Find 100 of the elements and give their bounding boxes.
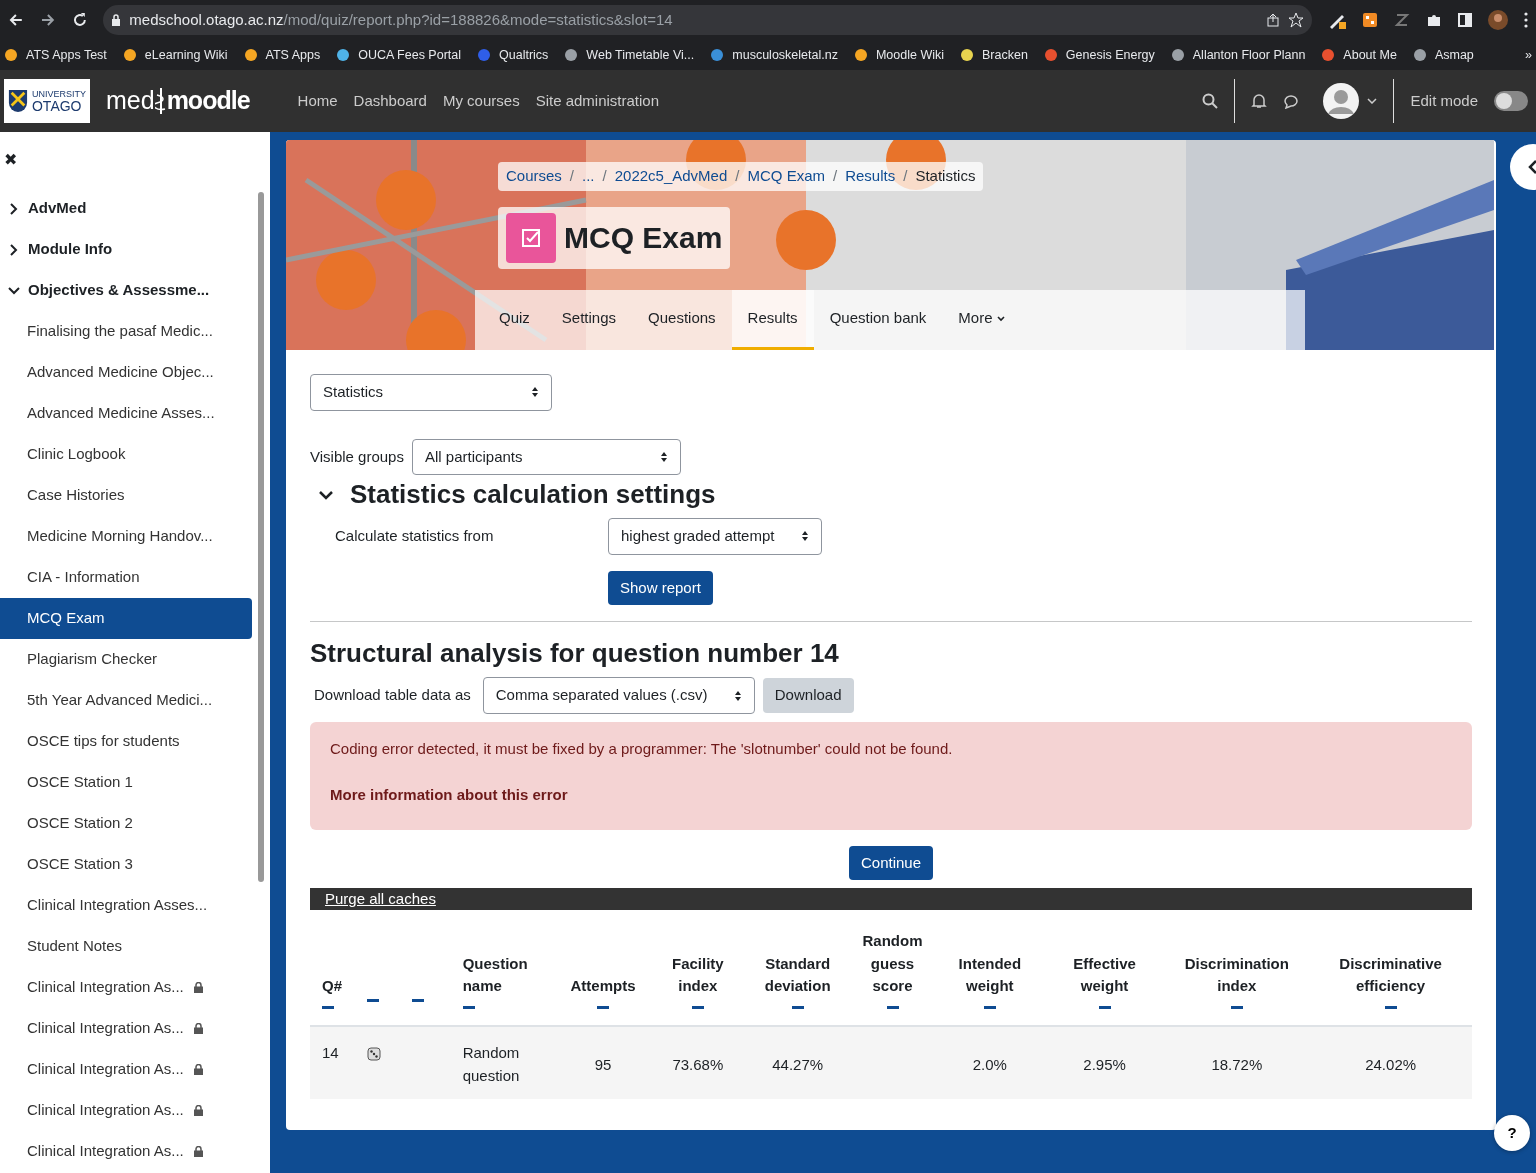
breadcrumb-link[interactable]: Courses: [506, 165, 562, 188]
sidebar-item[interactable]: Case Histories: [0, 475, 252, 516]
bookmark-link[interactable]: Genesis Energy: [1065, 45, 1155, 65]
collapse-column-icon[interactable]: [411, 999, 424, 1003]
sidebar-item[interactable]: OSCE Station 1: [0, 762, 252, 803]
forward-icon[interactable]: [39, 12, 56, 28]
collapse-column-icon[interactable]: [1098, 1005, 1111, 1009]
nav-link[interactable]: Dashboard: [353, 89, 427, 113]
download-button[interactable]: Download: [762, 678, 854, 713]
breadcrumb-link[interactable]: MCQ Exam: [747, 165, 825, 188]
error-details-link[interactable]: More information about this error: [330, 784, 1452, 807]
tab[interactable]: Results: [731, 290, 814, 350]
scrollbar[interactable]: [258, 192, 264, 882]
attempt-select[interactable]: highest graded attempt: [608, 518, 822, 555]
bookmark-link[interactable]: eLearning Wiki: [144, 45, 228, 65]
bookmark-link[interactable]: ATS Apps: [265, 45, 321, 65]
groups-select[interactable]: All participants: [411, 438, 681, 475]
extension-icon[interactable]: [1362, 12, 1378, 28]
avatar-icon[interactable]: [1323, 83, 1360, 119]
sidebar-item[interactable]: MCQ Exam: [0, 598, 252, 639]
column-header: Q#: [322, 976, 342, 997]
report-select[interactable]: Statistics: [310, 374, 552, 411]
bookmark-link[interactable]: About Me: [1343, 45, 1397, 65]
bookmark-link[interactable]: Moodle Wiki: [875, 45, 944, 65]
purge-caches-link[interactable]: Purge all caches: [325, 890, 436, 908]
tab[interactable]: Questions: [632, 290, 732, 350]
sidebar-item[interactable]: CIA - Information: [0, 557, 252, 598]
breadcrumb-link[interactable]: 2022c5_AdvMed: [614, 165, 728, 188]
collapse-column-icon[interactable]: [791, 1005, 804, 1009]
sidebar-item[interactable]: 5th Year Advanced Medici...: [0, 680, 252, 721]
tab[interactable]: Quiz: [483, 290, 546, 350]
caret-icon[interactable]: [1367, 98, 1378, 104]
sidebar-item[interactable]: Clinical Integration As...: [0, 1131, 252, 1172]
back-icon[interactable]: [8, 12, 24, 28]
sidebar-item[interactable]: Student Notes: [0, 926, 252, 967]
nav-link[interactable]: My courses: [442, 89, 520, 113]
continue-button[interactable]: Continue: [848, 845, 933, 881]
sidebar-item[interactable]: Advanced Medicine Asses...: [0, 393, 252, 434]
bookmark-link[interactable]: OUCA Fees Portal: [358, 45, 462, 65]
sidebar-item[interactable]: Finalising the pasaf Medic...: [0, 311, 252, 352]
sidebar-item[interactable]: Clinical Integration Asses...: [0, 885, 252, 926]
search-icon[interactable]: [1202, 93, 1219, 109]
sidebar-item[interactable]: OSCE tips for students: [0, 721, 252, 762]
sidebar-item[interactable]: Clinical Integration As...: [0, 1049, 252, 1090]
tab[interactable]: More: [942, 290, 1021, 350]
sidebar-item[interactable]: Clinical Integration As...: [0, 967, 252, 1008]
sidebar-item[interactable]: Clinic Logbook: [0, 434, 252, 475]
breadcrumb-link[interactable]: Results: [845, 165, 896, 188]
puzzle-icon[interactable]: [1426, 12, 1442, 28]
edit-mode-toggle[interactable]: [1494, 91, 1528, 111]
bookmark-link[interactable]: Web Timetable Vi...: [586, 45, 695, 65]
sidebar-section[interactable]: Module Info: [0, 229, 252, 270]
sidebar-item[interactable]: OSCE Station 2: [0, 803, 252, 844]
sidebar-icon[interactable]: [1458, 13, 1472, 27]
bell-icon[interactable]: [1251, 93, 1268, 109]
help-button[interactable]: ?: [1494, 1115, 1530, 1151]
bookmark-link[interactable]: Bracken: [982, 45, 1028, 65]
collapse-column-icon[interactable]: [1384, 1005, 1397, 1009]
chat-icon[interactable]: [1283, 93, 1300, 109]
university-logo[interactable]: UNIVERSITY OTAGO: [4, 79, 90, 123]
collapse-column-icon[interactable]: [322, 1005, 334, 1009]
collapse-column-icon[interactable]: [1230, 1005, 1243, 1009]
collapse-column-icon[interactable]: [462, 1005, 475, 1009]
address-bar[interactable]: medschool.otago.ac.nz/mod/quiz/report.php?id=188826&mode=statistics&slot=14: [103, 5, 1312, 35]
star-icon[interactable]: [1288, 12, 1304, 28]
menu-icon[interactable]: [1524, 12, 1528, 28]
sidebar-item[interactable]: Advanced Medicine Objec...: [0, 352, 252, 393]
show-report-button[interactable]: Show report: [608, 570, 713, 606]
bookmark-link[interactable]: musculoskeletal.nz: [732, 45, 838, 65]
collapse-column-icon[interactable]: [886, 1005, 899, 1009]
nav-link[interactable]: Home: [297, 89, 338, 113]
nav-link[interactable]: Site administration: [535, 89, 660, 113]
collapse-column-icon[interactable]: [366, 999, 379, 1003]
share-icon[interactable]: [1266, 13, 1280, 27]
sidebar-section[interactable]: AdvMed: [0, 188, 252, 229]
sidebar-item[interactable]: Medicine Morning Handov...: [0, 516, 252, 557]
format-select[interactable]: Comma separated values (.csv): [482, 677, 755, 714]
close-drawer-button[interactable]: ✖: [4, 148, 17, 172]
breadcrumb-link[interactable]: ...: [582, 165, 595, 188]
reload-icon[interactable]: [71, 12, 88, 28]
profile-icon[interactable]: [1488, 10, 1508, 30]
bookmark-link[interactable]: Qualtrics: [499, 45, 549, 65]
tab[interactable]: Question bank: [813, 290, 943, 350]
sidebar-item[interactable]: OSCE Station 3: [0, 844, 252, 885]
sort-arrows-icon: [733, 689, 742, 702]
bookmark-link[interactable]: Asmap: [1434, 45, 1474, 65]
sidebar-item[interactable]: Plagiarism Checker: [0, 639, 252, 680]
more-bookmarks[interactable]: »: [1525, 45, 1532, 65]
bookmark-link[interactable]: Allanton Floor Plann: [1192, 45, 1306, 65]
tab[interactable]: Settings: [545, 290, 633, 350]
bookmark-link[interactable]: ATS Apps Test: [26, 45, 107, 65]
collapse-column-icon[interactable]: [691, 1005, 704, 1009]
dice-icon: [366, 1046, 381, 1061]
table-cell: 44.27%: [772, 1055, 824, 1073]
collapse-column-icon[interactable]: [597, 1005, 609, 1009]
collapse-column-icon[interactable]: [983, 1005, 996, 1009]
sidebar-item[interactable]: Clinical Integration As...: [0, 1008, 252, 1049]
sidebar-item[interactable]: Clinical Integration As...: [0, 1090, 252, 1131]
site-brand[interactable]: med moodle: [106, 82, 250, 120]
sidebar-section[interactable]: Objectives & Assessme...: [0, 270, 252, 311]
